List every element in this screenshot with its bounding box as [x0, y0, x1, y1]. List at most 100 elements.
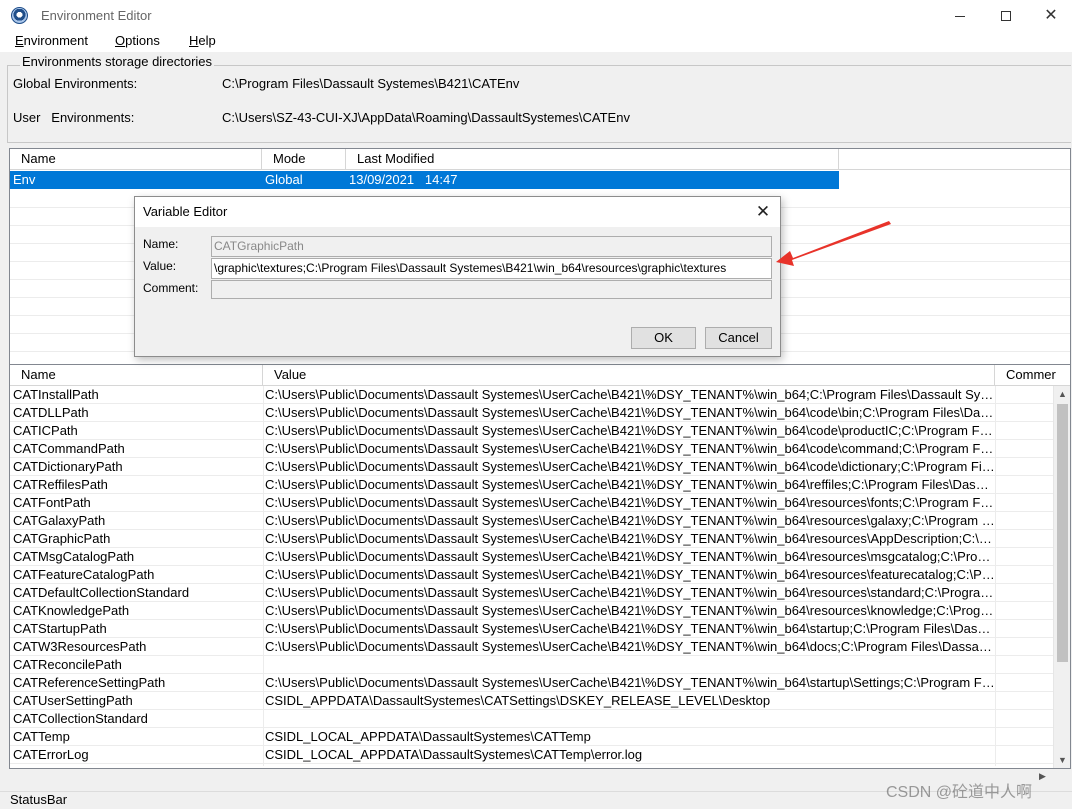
storage-legend: Environments storage directories: [20, 54, 215, 69]
dialog-titlebar: Variable Editor ✕: [135, 197, 780, 227]
minimize-icon: [955, 15, 965, 17]
title-bar: Environment Editor ✕: [0, 0, 1072, 32]
variable-value: C:\Users\Public\Documents\Dassault Syste…: [265, 459, 995, 474]
scroll-right-icon[interactable]: ▶: [1039, 771, 1046, 782]
name-label: Name:: [143, 237, 179, 251]
storage-groupbox: [7, 65, 1071, 143]
variable-name: CATStartupPath: [13, 621, 107, 636]
variable-value: CSIDL_LOCAL_APPDATA\DassaultSystemes\CAT…: [265, 729, 591, 744]
scroll-down-icon[interactable]: ▼: [1058, 755, 1067, 765]
variable-name: CATErrorLog: [13, 747, 89, 762]
table-row[interactable]: CATDictionaryPath C:\Users\Public\Documen…: [10, 458, 1054, 476]
env-row-modified: 13/09/2021 14:47: [349, 172, 458, 187]
variable-value: C:\Users\Public\Documents\Dassault Syste…: [265, 549, 995, 564]
global-env-path: C:\Program Files\Dassault Systemes\B421\…: [222, 76, 520, 91]
variable-value: C:\Users\Public\Documents\Dassault Syste…: [265, 585, 995, 600]
main-panel: Environments storage directories Global …: [0, 52, 1072, 809]
vertical-scrollbar[interactable]: ▲ ▼: [1053, 386, 1070, 768]
variable-name: CATDLLPath: [13, 405, 89, 420]
variable-value: C:\Users\Public\Documents\Dassault Syste…: [265, 405, 995, 420]
table-row[interactable]: CATTemp CSIDL_LOCAL_APPDATA\DassaultSyste…: [10, 728, 1054, 746]
variable-editor-dialog: Variable Editor ✕ Name: CATGraphicPath V…: [134, 196, 781, 357]
variable-name: CATKnowledgePath: [13, 603, 130, 618]
variable-name: CATTemp: [13, 729, 70, 744]
variables-table: Name Value Commer CATInstallPath C:\Users…: [9, 364, 1071, 769]
variable-value: C:\Users\Public\Documents\Dassault Syste…: [265, 675, 995, 690]
variable-name: CATICPath: [13, 423, 78, 438]
variable-name: CATUserSettingPath: [13, 693, 133, 708]
menu-environment[interactable]: Environment: [15, 33, 88, 48]
comment-field[interactable]: [211, 280, 772, 299]
variable-value: C:\Users\Public\Documents\Dassault Syste…: [265, 477, 995, 492]
variable-name: CATDefaultCollectionStandard: [13, 585, 190, 600]
table-row[interactable]: CATUserSettingPath CSIDL_APPDATA\Dassault…: [10, 692, 1054, 710]
variable-name: CATCommandPath: [13, 441, 125, 456]
variable-name: CATCollectionStandard: [13, 711, 148, 726]
env-col-name[interactable]: Name: [10, 149, 262, 170]
table-row[interactable]: CATW3ResourcesPath C:\Users\Public\Docume…: [10, 638, 1054, 656]
table-row[interactable]: CATFontPath C:\Users\Public\Documents\Das…: [10, 494, 1054, 512]
table-row[interactable]: CATReffilesPath C:\Users\Public\Documents…: [10, 476, 1054, 494]
table-row[interactable]: CATGraphicPath C:\Users\Public\Documents\…: [10, 530, 1054, 548]
env-row-selected[interactable]: Env Global 13/09/2021 14:47: [10, 171, 839, 189]
menu-help[interactable]: Help: [189, 33, 216, 48]
table-row[interactable]: CATDLLPath C:\Users\Public\Documents\Dass…: [10, 404, 1054, 422]
value-label: Value:: [143, 259, 177, 273]
cancel-button[interactable]: Cancel: [705, 327, 772, 349]
scroll-up-icon[interactable]: ▲: [1058, 389, 1067, 399]
table-row[interactable]: CATCommandPath C:\Users\Public\Documents\…: [10, 440, 1054, 458]
variable-name: CATReffilesPath: [13, 477, 108, 492]
env-row-mode: Global: [265, 172, 303, 187]
minimize-button[interactable]: [937, 0, 983, 32]
variable-value: C:\Users\Public\Documents\Dassault Syste…: [265, 531, 995, 546]
var-col-name[interactable]: Name: [10, 365, 263, 386]
dialog-title: Variable Editor: [143, 204, 228, 219]
name-field: CATGraphicPath: [211, 236, 772, 257]
env-col-modified[interactable]: Last Modified: [346, 149, 839, 170]
table-row[interactable]: CATDefaultCollectionStandard C:\Users\Pub…: [10, 584, 1054, 602]
variable-value: C:\Users\Public\Documents\Dassault Syste…: [265, 639, 995, 654]
ok-button[interactable]: OK: [631, 327, 696, 349]
variable-name: CATGraphicPath: [13, 531, 111, 546]
close-button[interactable]: ✕: [1028, 0, 1072, 32]
table-row[interactable]: CATReferenceSettingPath C:\Users\Public\D…: [10, 674, 1054, 692]
scroll-thumb[interactable]: [1057, 404, 1068, 662]
variable-value: C:\Users\Public\Documents\Dassault Syste…: [265, 441, 995, 456]
env-row-name: Env: [13, 172, 36, 187]
table-row[interactable]: CATGalaxyPath C:\Users\Public\Documents\D…: [10, 512, 1054, 530]
variable-name: CATDictionaryPath: [13, 459, 123, 474]
variable-value: CSIDL_APPDATA\DassaultSystemes\CATSettin…: [265, 693, 771, 708]
window-title: Environment Editor: [41, 8, 152, 23]
var-col-value[interactable]: Value: [263, 365, 995, 386]
table-row[interactable]: CATInstallPath C:\Users\Public\Documents\…: [10, 386, 1054, 404]
dialog-close-button[interactable]: ✕: [746, 197, 780, 227]
variable-name: CATInstallPath: [13, 387, 99, 402]
table-row[interactable]: CATKnowledgePath C:\Users\Public\Document…: [10, 602, 1054, 620]
table-row[interactable]: CATStartupPath C:\Users\Public\Documents\…: [10, 620, 1054, 638]
variable-value: C:\Users\Public\Documents\Dassault Syste…: [265, 387, 995, 402]
variable-name: CATFontPath: [13, 495, 91, 510]
var-col-comment[interactable]: Commer: [995, 365, 1070, 386]
variable-name: CATReferenceSettingPath: [13, 675, 166, 690]
value-field[interactable]: \graphic\textures;C:\Program Files\Dassa…: [211, 258, 772, 279]
table-row[interactable]: CATReconcilePath: [10, 656, 1054, 674]
table-row[interactable]: CATFeatureCatalogPath C:\Users\Public\Doc…: [10, 566, 1054, 584]
table-row[interactable]: CATICPath C:\Users\Public\Documents\Dassa…: [10, 422, 1054, 440]
comment-label: Comment:: [143, 281, 199, 295]
menu-options[interactable]: Options: [115, 33, 160, 48]
env-col-filler: [839, 149, 1070, 170]
variable-name: CATMsgCatalogPath: [13, 549, 135, 564]
table-row[interactable]: CATErrorLog CSIDL_LOCAL_APPDATA\DassaultS…: [10, 746, 1054, 764]
variable-name: CATReconcilePath: [13, 657, 122, 672]
user-env-path: C:\Users\SZ-43-CUI-XJ\AppData\Roaming\Da…: [222, 110, 630, 125]
maximize-icon: [1001, 11, 1011, 21]
close-icon: ✕: [1044, 7, 1058, 24]
variable-value: C:\Users\Public\Documents\Dassault Syste…: [265, 495, 995, 510]
variable-name: CATW3ResourcesPath: [13, 639, 147, 654]
maximize-button[interactable]: [983, 0, 1029, 32]
env-col-mode[interactable]: Mode: [262, 149, 346, 170]
table-row[interactable]: CATMsgCatalogPath C:\Users\Public\Documen…: [10, 548, 1054, 566]
user-env-label: User Environments:: [13, 110, 135, 125]
variable-value: CSIDL_LOCAL_APPDATA\DassaultSystemes\CAT…: [265, 747, 643, 762]
table-row[interactable]: CATCollectionStandard: [10, 710, 1054, 728]
